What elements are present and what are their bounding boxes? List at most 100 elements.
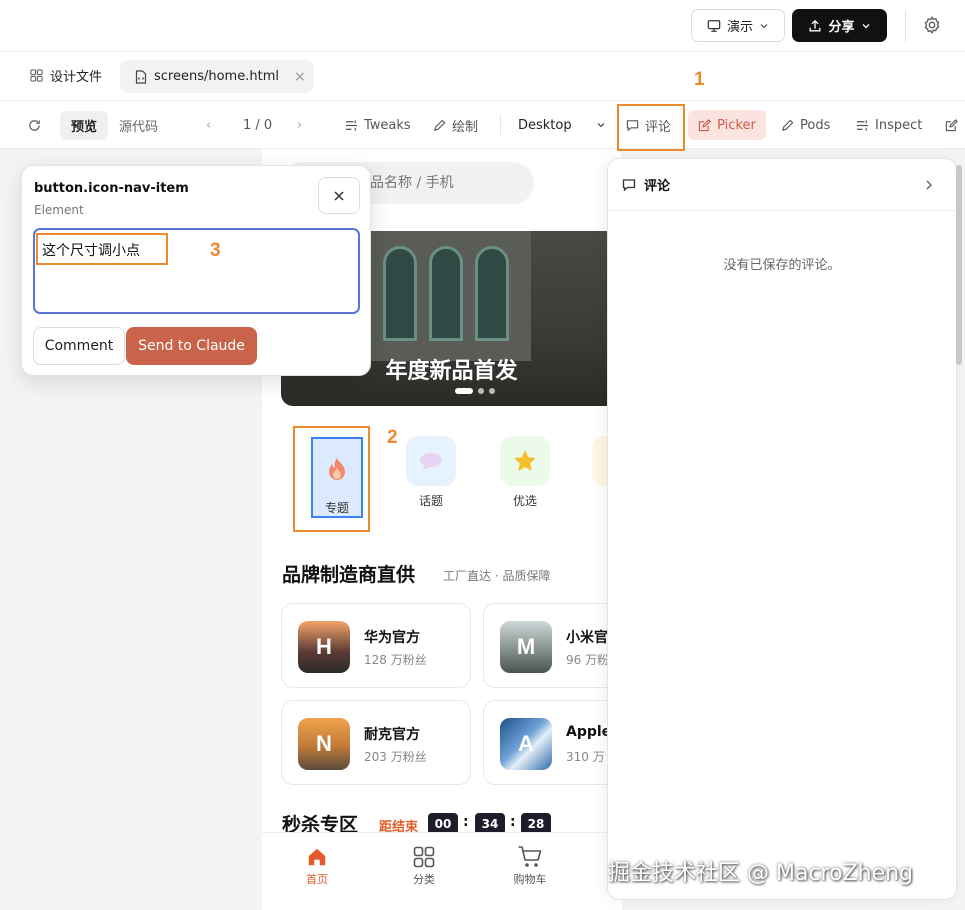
chat-bubble-icon	[406, 436, 456, 486]
edit-square-icon	[698, 118, 711, 131]
annotation-box-2	[293, 426, 370, 532]
brand-card[interactable]: A Apple 310 万	[483, 700, 622, 785]
bottom-tab-bar: 首页 分类 购物车	[262, 832, 622, 910]
annotation-box-1	[617, 104, 685, 151]
inspect-button[interactable]: Inspect	[856, 101, 922, 149]
brand-card[interactable]: H 华为官方 128 万粉丝	[281, 603, 471, 688]
comments-panel-title: 评论	[644, 179, 671, 194]
pencil-icon	[434, 119, 446, 131]
carousel-dot[interactable]	[489, 388, 495, 394]
brand-card[interactable]: N 耐克官方 203 万粉丝	[281, 700, 471, 785]
next-page-button[interactable]: ›	[297, 101, 302, 149]
sliders-icon	[856, 119, 869, 131]
brand-fans: 310 万	[566, 750, 605, 764]
carousel-dot[interactable]	[478, 388, 484, 394]
brand-card[interactable]: M 小米官 96 万粉	[483, 603, 622, 688]
banner-window	[383, 246, 417, 341]
reload-button[interactable]	[27, 101, 42, 149]
section-subtitle: 工厂直达 · 品质保障	[443, 569, 551, 583]
watermark: 掘金技术社区 @ MacroZheng	[608, 861, 914, 886]
tab-category-label: 分类	[413, 873, 435, 886]
collapse-panel-button[interactable]	[924, 176, 934, 195]
brand-logo: N	[298, 718, 350, 770]
brand-name: 小米官	[566, 630, 608, 646]
countdown-separator: :	[510, 814, 516, 830]
banner-image	[361, 231, 531, 361]
element-selector: button.icon-nav-item	[34, 181, 189, 196]
settings-button[interactable]	[918, 11, 946, 39]
source-tab[interactable]: 源代码	[108, 111, 169, 140]
prev-page-button[interactable]: ‹	[206, 101, 211, 149]
brand-name: 耐克官方	[364, 727, 420, 743]
picker-button[interactable]: Picker	[688, 110, 766, 140]
close-popover-button[interactable]	[318, 177, 360, 214]
annotation-number-1: 1	[694, 69, 705, 90]
sliders-icon	[345, 119, 358, 131]
close-tab-icon[interactable]: ×	[294, 69, 306, 85]
comments-empty-state: 没有已保存的评论。	[723, 258, 841, 273]
present-label: 演示	[726, 20, 753, 35]
countdown-separator: :	[463, 814, 469, 830]
share-label: 分享	[828, 20, 855, 35]
tab-category[interactable]: 分类	[389, 843, 459, 887]
tab-home[interactable]: 首页	[282, 843, 352, 887]
share-button[interactable]: 分享	[792, 9, 887, 42]
picker-label: Picker	[717, 117, 756, 133]
refresh-icon	[29, 119, 40, 131]
tab-design-label: 设计文件	[50, 70, 103, 85]
brand-name: 华为官方	[364, 630, 420, 646]
file-tabs: 设计文件 screens/home.html ×	[0, 52, 965, 101]
chevron-down-icon	[862, 23, 869, 28]
icon-nav-item-featured[interactable]: 优选	[497, 436, 553, 509]
toolbar: 预览 源代码 ‹ 1 / 0 › Tweaks 绘制 Desktop 评论 Pi…	[0, 101, 965, 149]
tweaks-button[interactable]: Tweaks	[345, 101, 411, 149]
file-code-icon	[135, 69, 147, 84]
nav-label: 优选	[512, 494, 537, 508]
annotation-number-2: 2	[387, 427, 398, 448]
annotation-box-3	[36, 233, 168, 265]
top-bar: 演示 分享	[0, 0, 965, 52]
draw-label: 绘制	[452, 119, 479, 135]
divider	[500, 115, 501, 135]
banner-window	[429, 246, 463, 341]
draw-button[interactable]: 绘制	[433, 101, 478, 149]
brand-fans: 96 万粉	[566, 653, 610, 667]
brand-logo: A	[500, 718, 552, 770]
close-icon	[334, 190, 344, 201]
preview-tab[interactable]: 预览	[60, 110, 109, 140]
present-button[interactable]: 演示	[691, 9, 785, 42]
tab-design-files[interactable]: 设计文件	[30, 66, 102, 85]
pods-label: Pods	[800, 117, 831, 133]
tab-home-label: 首页	[306, 873, 328, 886]
pods-button[interactable]: Pods	[781, 101, 830, 149]
edit-button[interactable]	[945, 101, 958, 149]
tab-home-html[interactable]: screens/home.html ×	[120, 60, 314, 93]
brand-fans: 203 万粉丝	[364, 750, 427, 764]
element-comment-popover: button.icon-nav-item Element 这个尺寸调小点 Com…	[21, 165, 371, 376]
banner-window	[475, 246, 509, 341]
chevron-down-icon	[597, 123, 605, 128]
icon-nav-item-discussion[interactable]: 话题	[403, 436, 459, 509]
tweaks-label: Tweaks	[364, 117, 411, 133]
send-to-claude-button[interactable]: Send to Claude	[126, 327, 257, 365]
view-mode-toggle: 预览 源代码	[60, 110, 169, 140]
comments-panel-header: 评论	[608, 159, 956, 211]
tab-cart[interactable]: 购物车	[495, 843, 565, 887]
inspect-label: Inspect	[875, 117, 923, 133]
edit-square-icon	[945, 118, 958, 131]
carousel-dot[interactable]	[455, 388, 473, 394]
comments-panel: 评论 没有已保存的评论。	[607, 158, 957, 900]
comment-submit-button[interactable]: Comment	[33, 327, 125, 365]
gear-icon	[924, 16, 940, 34]
section-title: 品牌制造商直供	[282, 564, 416, 586]
carousel-dots[interactable]	[455, 388, 495, 394]
brand-fans: 128 万粉丝	[364, 653, 427, 667]
device-select[interactable]: Desktop	[518, 101, 606, 149]
cart-icon	[495, 843, 565, 871]
grid-icon	[30, 69, 43, 82]
scrollbar-thumb[interactable]	[956, 165, 962, 365]
annotation-number-3: 3	[210, 240, 221, 261]
divider	[905, 10, 906, 42]
monitor-icon	[707, 19, 721, 32]
chevron-right-icon: ›	[297, 117, 303, 133]
